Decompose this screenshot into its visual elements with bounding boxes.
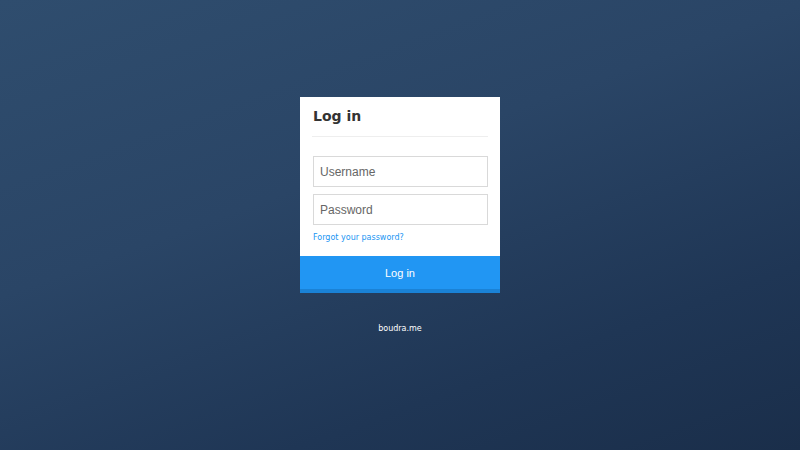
login-button[interactable]: Log in	[300, 256, 500, 293]
card-title: Log in	[313, 108, 487, 125]
forgot-password-link[interactable]: Forgot your password?	[313, 232, 488, 244]
text-field[interactable]	[313, 156, 488, 187]
card-body: Forgot your password?	[300, 137, 500, 256]
login-card: Log in Forgot your password? Log in	[300, 97, 500, 293]
login-page: Log in Forgot your password? Log in boudra.…	[0, 0, 800, 450]
card-header: Log in	[312, 97, 488, 137]
footer-text: boudra.me	[378, 323, 422, 335]
text-field[interactable]	[313, 194, 488, 225]
